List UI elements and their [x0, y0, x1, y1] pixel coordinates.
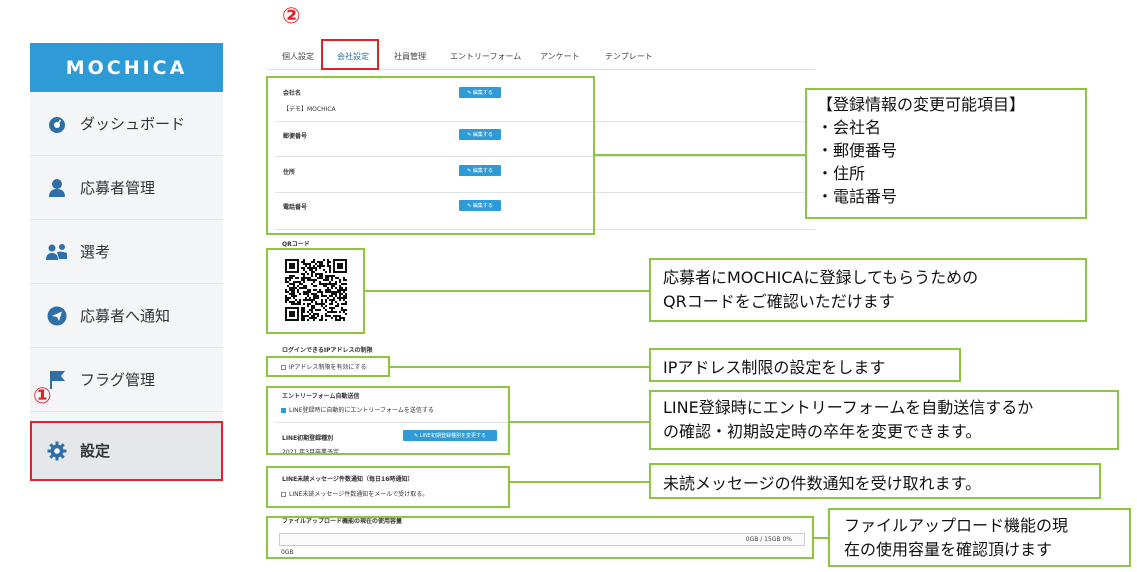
send-icon [46, 305, 68, 327]
sidebar-item-selection[interactable]: 選考 [30, 220, 223, 284]
registration-callout-item: ・会社名 [817, 118, 882, 137]
tab-survey[interactable]: アンケート [540, 51, 580, 62]
registration-callout-title: 【登録情報の変更可能項目】 [817, 95, 1026, 114]
connector-line [390, 366, 649, 368]
storage-frame [266, 516, 814, 559]
sidebar-item-label: 応募者管理 [80, 179, 156, 197]
tab-entry-form[interactable]: エントリーフォーム [450, 51, 521, 62]
active-tab-highlight [321, 39, 379, 70]
person-icon [46, 177, 68, 199]
registration-callout-item: ・電話番号 [817, 187, 898, 206]
connector-line [595, 154, 805, 156]
ip-callout: IPアドレス制限の設定をします [649, 348, 961, 382]
sidebar: MOCHICA ダッシュボード 応募者管理 選考 応募者へ通知 フラグ管理 設定 [30, 43, 223, 481]
connector-line [510, 481, 649, 483]
gear-icon [46, 440, 68, 462]
line-callout-line: の確認・初期設定時の卒年を変更できます。 [663, 422, 982, 441]
sidebar-item-notify[interactable]: 応募者へ通知 [30, 284, 223, 348]
sidebar-item-label: フラグ管理 [80, 371, 156, 389]
qr-callout-line: 応募者にMOCHICAに登録してもらうための [663, 268, 979, 287]
line-callout-line: LINE登録時にエントリーフォームを自動送信するか [663, 398, 1034, 417]
tab-personal[interactable]: 個人設定 [282, 51, 314, 62]
screen: MOCHICA ダッシュボード 応募者管理 選考 応募者へ通知 フラグ管理 設定… [0, 0, 1137, 572]
people-icon [46, 241, 68, 263]
ip-restriction-option[interactable]: IPアドレス制限を有効にする [281, 362, 366, 371]
registration-callout-item: ・郵便番号 [817, 141, 898, 160]
tab-template[interactable]: テンプレート [605, 51, 653, 62]
qr-code-image [285, 259, 347, 321]
connector-line [365, 290, 649, 292]
sidebar-item-label: 選考 [80, 243, 111, 261]
sidebar-item-dashboard[interactable]: ダッシュボード [30, 92, 223, 156]
storage-callout-line: ファイルアップロード機能の現 [844, 516, 1069, 535]
storage-callout: ファイルアップロード機能の現 在の使用容量を確認頂けます [828, 508, 1131, 567]
company-info-frame [266, 76, 595, 235]
sidebar-item-label: 応募者へ通知 [80, 307, 171, 325]
ip-restriction-checkbox[interactable] [281, 365, 286, 370]
connector-line [814, 537, 828, 539]
registration-callout-item: ・住所 [817, 164, 866, 183]
mochica-logo: MOCHICA [30, 43, 223, 92]
qr-callout-line: QRコードをご確認いただけます [663, 292, 895, 311]
unread-frame [266, 466, 510, 508]
line-callout: LINE登録時にエントリーフォームを自動送信するか の確認・初期設定時の卒年を変… [649, 390, 1119, 450]
sidebar-item-settings[interactable]: 設定 [30, 421, 223, 481]
tab-staff[interactable]: 社員管理 [394, 51, 426, 62]
ip-restriction-option-text: IPアドレス制限を有効にする [289, 364, 367, 371]
ip-restriction-label: ログインできるIPアドレスの制限 [282, 347, 373, 354]
qr-label: QRコード [282, 241, 310, 248]
sidebar-item-applicants[interactable]: 応募者管理 [30, 156, 223, 220]
step-marker-one: ① [33, 384, 52, 409]
sidebar-item-label: 設定 [80, 442, 111, 460]
qr-callout: 応募者にMOCHICAに登録してもらうための QRコードをご確認いただけます [649, 258, 1087, 322]
sidebar-item-label: ダッシュボード [80, 115, 186, 133]
unread-callout: 未読メッセージの件数通知を受け取れます。 [649, 463, 1101, 499]
registration-callout: 【登録情報の変更可能項目】 ・会社名 ・郵便番号 ・住所 ・電話番号 [805, 88, 1087, 219]
entry-autosend-frame [266, 386, 510, 455]
sidebar-item-flags[interactable]: フラグ管理 [30, 348, 223, 412]
connector-line [510, 421, 649, 423]
dashboard-icon [46, 113, 68, 135]
storage-callout-line: 在の使用容量を確認頂けます [844, 540, 1053, 559]
step-marker-two: ② [282, 4, 301, 29]
